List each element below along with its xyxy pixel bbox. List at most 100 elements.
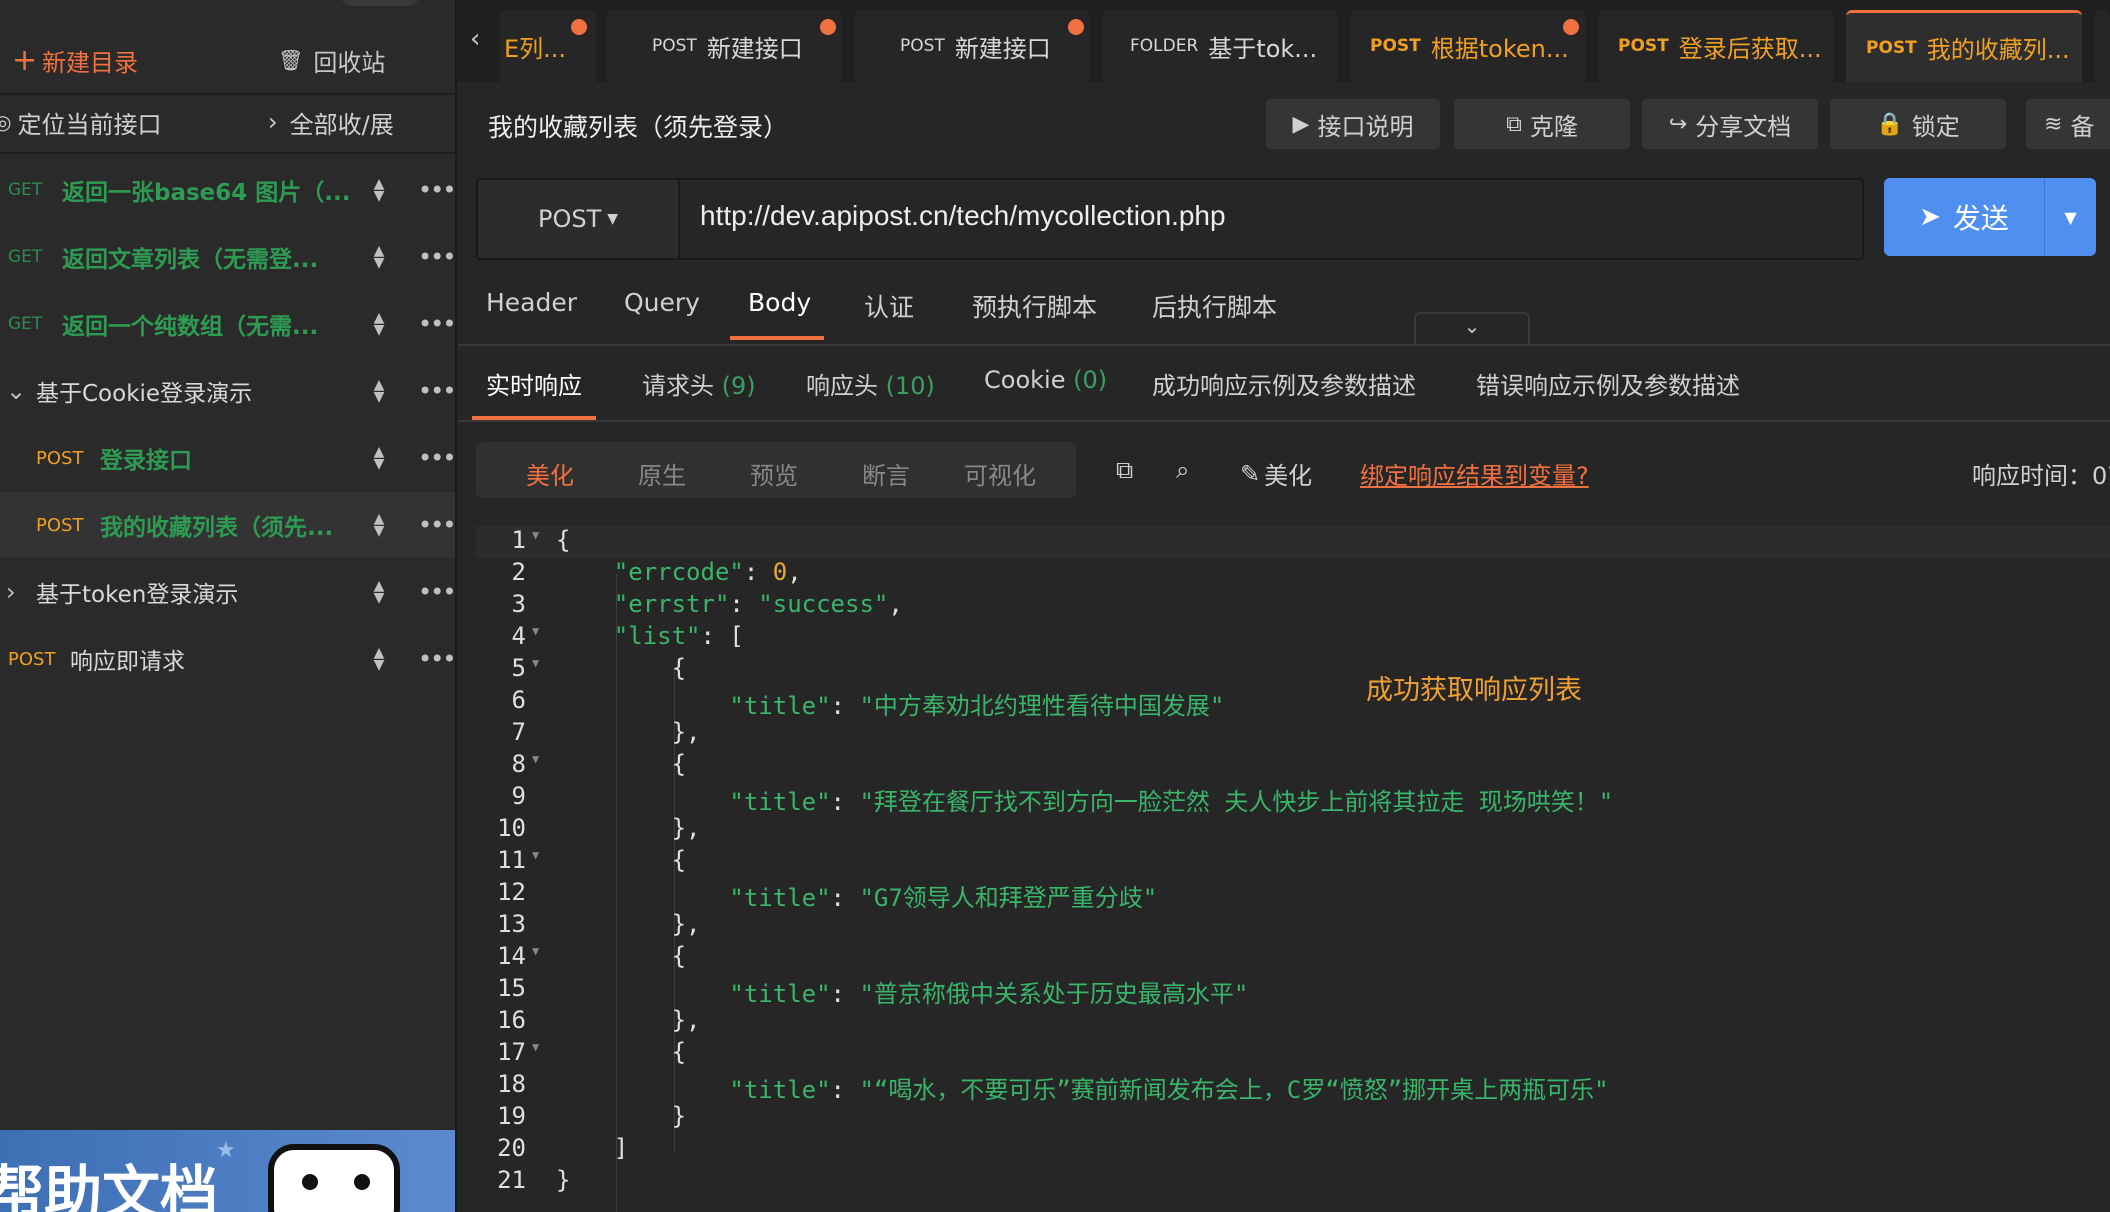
code-line: 6 "title": "中方奉劝北约理性看待中国发展" (511, 686, 1225, 720)
code-line: 12 "title": "G7领导人和拜登严重分歧" (497, 878, 1158, 912)
chevron-down-icon[interactable]: ⌄ (0, 377, 36, 405)
more-icon[interactable]: ••• (418, 645, 455, 673)
tab[interactable]: POST 新建接口 (854, 10, 1090, 82)
response-time: 响应时间：07 (1972, 462, 2110, 490)
more-icon[interactable]: ••• (418, 444, 455, 472)
wand-icon: ✎ (1240, 459, 1261, 488)
tab-cookie[interactable]: Cookie (0) (984, 366, 1107, 394)
code-line: 19 } (497, 1102, 687, 1130)
star-icon: ★ (216, 1138, 236, 1163)
share-doc-button[interactable]: ↪ 分享文档 (1642, 99, 1818, 149)
send-main[interactable]: ➤ 发送 (1884, 197, 2044, 237)
tab[interactable]: POST 新建接口 (606, 10, 842, 82)
lock-button[interactable]: 🔒 锁定 (1830, 99, 2006, 149)
send-dropdown-caret[interactable]: ▼ (2044, 178, 2096, 256)
sidebar-item[interactable]: POST 登录接口 ▲ ▼ ••• (0, 425, 455, 491)
code-line: 20 ] (497, 1134, 629, 1162)
code-line: 13 }, (497, 910, 701, 938)
code-line: 1 ▼{ (476, 526, 2110, 558)
view-pretty[interactable]: 美化 (526, 456, 574, 491)
unsaved-dot-icon (571, 19, 587, 35)
recycle-bin-button[interactable]: 🗑 回收站 (278, 38, 385, 82)
sidebar-item[interactable]: POST 响应即请求 ▲ ▼ ••• (0, 626, 455, 692)
code-line: 8 ▼ { (511, 750, 687, 778)
sort-handle-icon[interactable]: ▲ ▼ (370, 244, 388, 270)
clone-button[interactable]: ⧉ 克隆 (1454, 99, 1630, 149)
bind-response-link[interactable]: 绑定响应结果到变量? (1360, 456, 1589, 491)
url-bar: POST ▼ (476, 178, 1864, 260)
sort-handle-icon[interactable]: ▲ ▼ (370, 646, 388, 672)
beautify-button[interactable]: ✎ 美化 (1240, 456, 1312, 491)
new-folder-button[interactable]: + 新建目录 (0, 38, 455, 82)
tab-success-example[interactable]: 成功响应示例及参数描述 (1152, 366, 1416, 401)
method-select[interactable]: POST ▼ (478, 180, 680, 258)
sidebar-folder[interactable]: ⌄ 基于Cookie登录演示 ▲ ▼ ••• (0, 358, 455, 424)
sort-handle-icon[interactable]: ▲ ▼ (370, 177, 388, 203)
expand-all-button[interactable]: › 全部收/展 (268, 100, 394, 144)
tab-active[interactable]: POST 我的收藏列... (1846, 10, 2082, 82)
tab[interactable]: POST 根据token... (1350, 10, 1586, 82)
sidebar-item[interactable]: GET 返回一张base64 图片（... ▲ ▼ ••• (0, 157, 455, 223)
chevron-right-icon[interactable]: › (0, 578, 36, 606)
tab-query[interactable]: Query (624, 288, 700, 317)
sort-handle-icon[interactable]: ▲ ▼ (370, 512, 388, 538)
more-icon[interactable]: ••• (418, 310, 455, 338)
sidebar-item[interactable]: GET 返回一个纯数组（无需... ▲ ▼ ••• (0, 291, 455, 357)
copy-icon[interactable]: ⧉ (1116, 456, 1133, 484)
more-icon[interactable]: ••• (418, 243, 455, 271)
api-description-button[interactable]: ▶ 接口说明 (1266, 99, 1440, 149)
more-icon[interactable]: ••• (418, 377, 455, 405)
tab-body[interactable]: Body (748, 288, 811, 317)
view-preview[interactable]: 预览 (750, 456, 798, 491)
paper-plane-icon: ➤ (1919, 202, 1941, 232)
copy-icon: ⧉ (1506, 111, 1522, 137)
code-line: 21} (497, 1166, 571, 1194)
tab-post-script[interactable]: 后执行脚本 (1152, 288, 1277, 324)
more-icon[interactable]: ••• (418, 176, 455, 204)
sort-handle-icon[interactable]: ▲ ▼ (370, 579, 388, 605)
code-line: 16 }, (497, 1006, 701, 1034)
tab-auth[interactable]: 认证 (864, 288, 914, 324)
sort-handle-icon[interactable]: ▲ ▼ (370, 311, 388, 337)
mascot-icon (268, 1144, 400, 1212)
view-mode-group: 美化 原生 预览 断言 可视化 (476, 442, 1076, 498)
collapse-toggle[interactable]: ⌄ (1414, 312, 1530, 346)
sort-handle-icon[interactable]: ▲ ▼ (370, 378, 388, 404)
trash-icon: 🗑 (278, 48, 304, 72)
divider (458, 344, 2110, 346)
url-input[interactable] (700, 200, 1840, 232)
tab-pre-script[interactable]: 预执行脚本 (972, 288, 1097, 324)
code-line: 4 ▼ "list": [ (511, 622, 744, 650)
code-line: 17 ▼ { (497, 1038, 687, 1066)
play-icon: ▶ (1292, 111, 1310, 137)
more-icon[interactable]: ••• (418, 578, 455, 606)
sidebar-item-active[interactable]: POST 我的收藏列表（须先... ▲ ▼ ••• (0, 492, 455, 558)
tab[interactable]: FOLDER 基于tok... (1102, 10, 1338, 82)
tab[interactable]: POST 登录后获取... (1598, 10, 1834, 82)
tab-overflow[interactable] (2094, 10, 2110, 82)
sidebar: + 新建目录 🗑 回收站 ◎ 定位当前接口 › 全部收/展 GET 返回一张ba… (0, 0, 457, 1212)
sidebar-folder[interactable]: › 基于token登录演示 ▲ ▼ ••• (0, 559, 455, 625)
divider (0, 152, 455, 154)
code-line: 15 "title": "普京称俄中关系处于历史最高水平" (497, 974, 1249, 1008)
chevron-left-icon[interactable]: ‹ (470, 24, 480, 54)
backup-button[interactable]: ≋ 备 (2026, 99, 2110, 149)
search-icon[interactable]: ⌕ (1176, 456, 1189, 484)
tab-error-example[interactable]: 错误响应示例及参数描述 (1476, 366, 1740, 401)
view-visualize[interactable]: 可视化 (964, 456, 1036, 491)
view-assert[interactable]: 断言 (862, 456, 910, 491)
sidebar-item[interactable]: GET 返回文章列表（无需登... ▲ ▼ ••• (0, 224, 455, 290)
annotation-text: 成功获取响应列表 (1366, 675, 1582, 706)
sort-handle-icon[interactable]: ▲ ▼ (370, 445, 388, 471)
tab-request-headers[interactable]: 请求头 (9) (642, 366, 756, 401)
tab-response-headers[interactable]: 响应头 (10) (806, 366, 935, 401)
locate-icon: ◎ (0, 110, 11, 134)
tab-live-response[interactable]: 实时响应 (486, 366, 582, 401)
tab-header[interactable]: Header (486, 288, 577, 317)
code-line: 3 "errstr": "success", (511, 590, 903, 618)
view-raw[interactable]: 原生 (638, 456, 686, 491)
more-icon[interactable]: ••• (418, 511, 455, 539)
response-code-viewer[interactable]: 1 ▼{ 2 "errcode": 0, 3 "errstr": "success… (476, 526, 2110, 1212)
send-button[interactable]: ➤ 发送 ▼ (1884, 178, 2096, 256)
help-docs-banner[interactable]: 帮助文档 ★ (0, 1130, 455, 1212)
